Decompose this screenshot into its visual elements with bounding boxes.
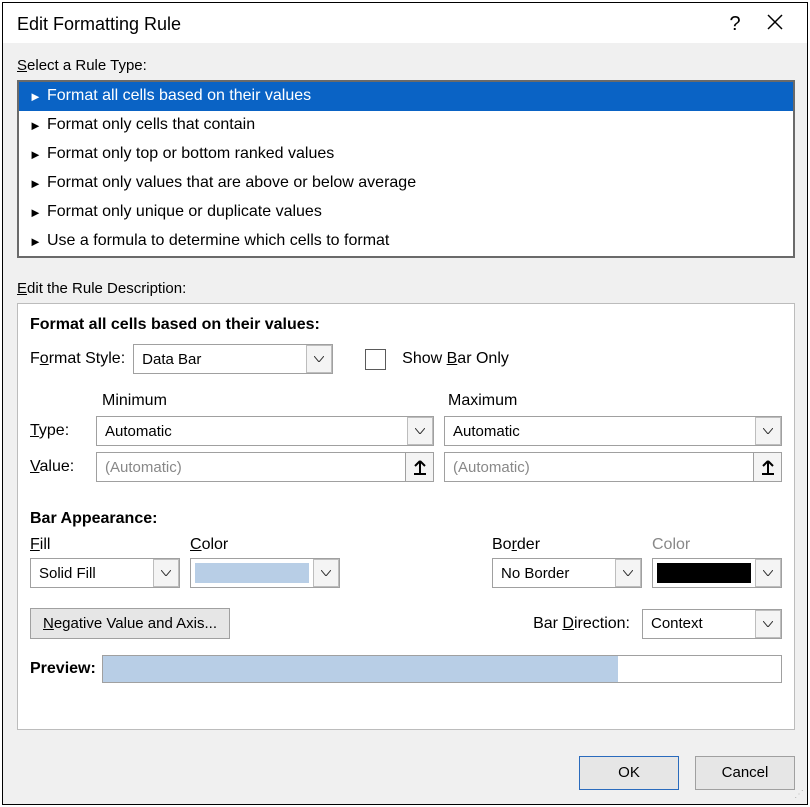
ok-button[interactable]: OK (579, 756, 679, 790)
edit-rule-description-label: Edit the Rule Description: (17, 280, 795, 297)
chevron-down-icon (153, 559, 179, 587)
arrow-icon: ► (29, 147, 47, 162)
cancel-button[interactable]: Cancel (695, 756, 795, 790)
range-picker-button[interactable] (753, 453, 781, 481)
dialog-footer: OK Cancel (3, 740, 807, 804)
preview-label: Preview: (30, 660, 96, 678)
rule-description-panel: Format all cells based on their values: … (17, 303, 795, 730)
rule-type-item[interactable]: ►Format only values that are above or be… (19, 169, 793, 198)
chevron-down-icon (755, 610, 781, 638)
format-style-label: Format Style: (30, 350, 125, 368)
maximum-header: Maximum (448, 392, 782, 410)
arrow-icon: ► (29, 118, 47, 133)
fill-label: Fill (30, 536, 180, 554)
chevron-down-icon (615, 559, 641, 587)
close-button[interactable] (755, 13, 795, 35)
type-label: Type: (30, 422, 86, 440)
chevron-down-icon (755, 559, 781, 587)
rule-type-item[interactable]: ►Use a formula to determine which cells … (19, 227, 793, 256)
resize-grip[interactable]: ⋰ (794, 789, 803, 800)
close-icon (766, 13, 784, 31)
value-label: Value: (30, 458, 86, 476)
edit-formatting-rule-dialog: Edit Formatting Rule ? Select a Rule Typ… (2, 2, 808, 805)
chevron-down-icon (755, 417, 781, 445)
show-bar-only-checkbox[interactable] (365, 349, 386, 370)
rule-type-item[interactable]: ►Format only top or bottom ranked values (19, 140, 793, 169)
titlebar: Edit Formatting Rule ? (3, 3, 807, 43)
border-color-label: Color (652, 536, 782, 554)
rule-type-item[interactable]: ►Format only cells that contain (19, 111, 793, 140)
negative-value-axis-button[interactable]: Negative Value and Axis... (30, 608, 230, 639)
dialog-title: Edit Formatting Rule (17, 14, 715, 35)
border-combo[interactable]: No Border (492, 558, 642, 588)
format-style-combo[interactable]: Data Bar (133, 344, 333, 374)
arrow-icon: ► (29, 205, 47, 220)
border-label: Border (492, 536, 642, 554)
bar-direction-label: Bar Direction: (533, 615, 630, 633)
arrow-up-icon (413, 459, 427, 475)
chevron-down-icon (407, 417, 433, 445)
max-type-combo[interactable]: Automatic (444, 416, 782, 446)
arrow-icon: ► (29, 89, 47, 104)
min-value-field[interactable]: (Automatic) (96, 452, 434, 482)
fill-color-combo[interactable] (190, 558, 340, 588)
select-rule-type-label: Select a Rule Type: (17, 57, 795, 74)
arrow-up-icon (761, 459, 775, 475)
chevron-down-icon (313, 559, 339, 587)
arrow-icon: ► (29, 176, 47, 191)
rule-type-item[interactable]: ►Format only unique or duplicate values (19, 198, 793, 227)
fill-color-swatch (195, 563, 309, 583)
range-picker-button[interactable] (405, 453, 433, 481)
show-bar-only-label: Show Bar Only (402, 350, 509, 368)
bar-direction-combo[interactable]: Context (642, 609, 782, 639)
help-button[interactable]: ? (715, 13, 755, 35)
max-value-field[interactable]: (Automatic) (444, 452, 782, 482)
border-color-combo[interactable] (652, 558, 782, 588)
min-type-combo[interactable]: Automatic (96, 416, 434, 446)
fill-combo[interactable]: Solid Fill (30, 558, 180, 588)
rule-type-item[interactable]: ►Format all cells based on their values (19, 82, 793, 111)
minimum-header: Minimum (102, 392, 436, 410)
rule-type-list[interactable]: ►Format all cells based on their values … (17, 80, 795, 258)
preview-bar (103, 656, 618, 682)
border-color-swatch (657, 563, 751, 583)
desc-title: Format all cells based on their values: (30, 316, 782, 334)
fill-color-label: Color (190, 536, 340, 554)
arrow-icon: ► (29, 234, 47, 249)
preview-box (102, 655, 782, 683)
chevron-down-icon (306, 345, 332, 373)
bar-appearance-title: Bar Appearance: (30, 510, 782, 528)
